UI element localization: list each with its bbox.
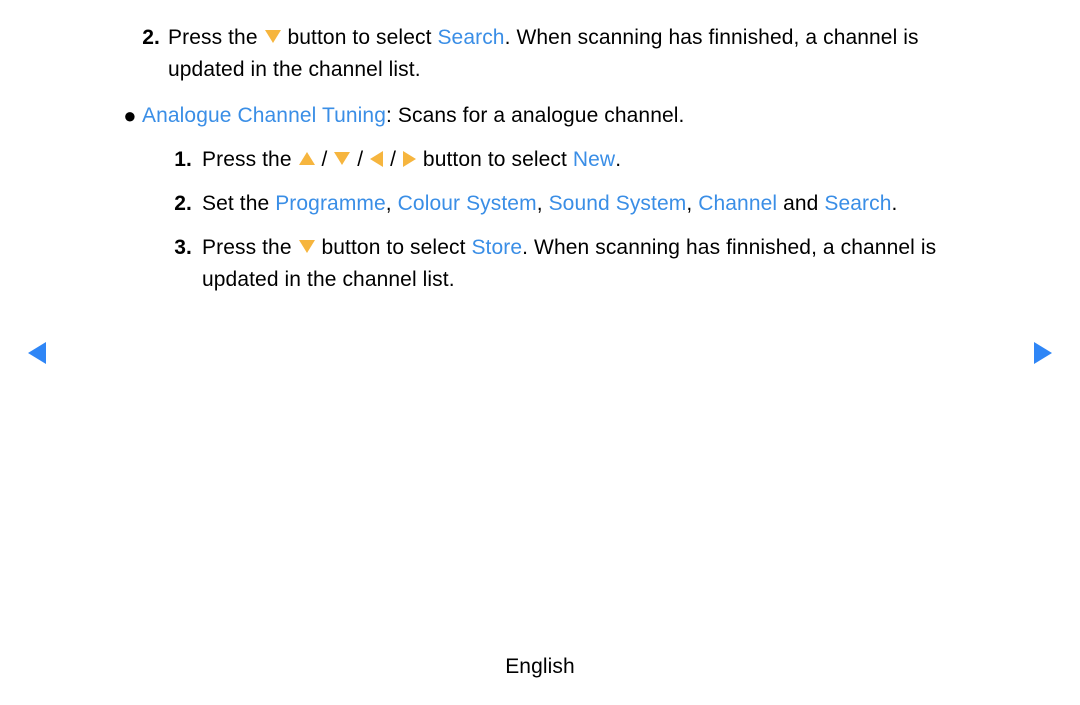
keyword-programme: Programme bbox=[275, 192, 386, 215]
triangle-left-icon bbox=[370, 151, 383, 167]
keyword-sound-system: Sound System bbox=[549, 192, 687, 215]
manual-content: 2. Press the button to select Search. Wh… bbox=[120, 22, 960, 318]
text: , bbox=[537, 192, 549, 215]
keyword-search: Search bbox=[824, 192, 891, 215]
triangle-up-icon bbox=[299, 152, 315, 165]
text: Press the bbox=[168, 26, 264, 49]
keyword-search: Search bbox=[437, 26, 504, 49]
text: , bbox=[686, 192, 698, 215]
bullet-desc: : Scans for a analogue channel. bbox=[386, 104, 684, 127]
text: / bbox=[316, 148, 334, 171]
bullet-analogue-tuning: ● Analogue Channel Tuning: Scans for a a… bbox=[120, 100, 960, 308]
text: / bbox=[384, 148, 402, 171]
text: Set the bbox=[202, 192, 275, 215]
triangle-down-icon bbox=[334, 152, 350, 165]
bullet-icon: ● bbox=[120, 100, 140, 308]
keyword-channel: Channel bbox=[698, 192, 777, 215]
text: Press the bbox=[202, 236, 298, 259]
text: . bbox=[615, 148, 621, 171]
keyword-colour-system: Colour System bbox=[398, 192, 537, 215]
step-body: Press the button to select Store. When s… bbox=[200, 232, 960, 296]
text: and bbox=[777, 192, 824, 215]
text: button to select bbox=[316, 236, 472, 259]
bullet-body: Analogue Channel Tuning: Scans for a ana… bbox=[140, 100, 960, 308]
triangle-down-icon bbox=[265, 30, 281, 43]
nested-steps: 1. Press the / / / button to select New.… bbox=[164, 144, 960, 296]
step-body: Press the button to select Search. When … bbox=[168, 22, 960, 86]
keyword-store: Store bbox=[471, 236, 522, 259]
step-body: Set the Programme, Colour System, Sound … bbox=[200, 188, 960, 220]
nav-prev-icon[interactable] bbox=[28, 342, 46, 364]
step-number: 2. bbox=[164, 188, 200, 220]
nested-step-2: 2. Set the Programme, Colour System, Sou… bbox=[164, 188, 960, 220]
step-number: 2. bbox=[120, 22, 168, 86]
text: , bbox=[386, 192, 398, 215]
nav-next-icon[interactable] bbox=[1034, 342, 1052, 364]
bullet-title: Analogue Channel Tuning bbox=[142, 104, 386, 127]
text: . bbox=[892, 192, 898, 215]
top-step-2: 2. Press the button to select Search. Wh… bbox=[120, 22, 960, 86]
triangle-down-icon bbox=[299, 240, 315, 253]
keyword-new: New bbox=[573, 148, 615, 171]
text: button to select bbox=[417, 148, 573, 171]
nested-step-3: 3. Press the button to select Store. Whe… bbox=[164, 232, 960, 296]
step-number: 1. bbox=[164, 144, 200, 176]
triangle-right-icon bbox=[403, 151, 416, 167]
nested-step-1: 1. Press the / / / button to select New. bbox=[164, 144, 960, 176]
step-body: Press the / / / button to select New. bbox=[200, 144, 960, 176]
text: Press the bbox=[202, 148, 298, 171]
text: button to select bbox=[282, 26, 438, 49]
footer-language: English bbox=[0, 655, 1080, 679]
text: / bbox=[351, 148, 369, 171]
step-number: 3. bbox=[164, 232, 200, 296]
